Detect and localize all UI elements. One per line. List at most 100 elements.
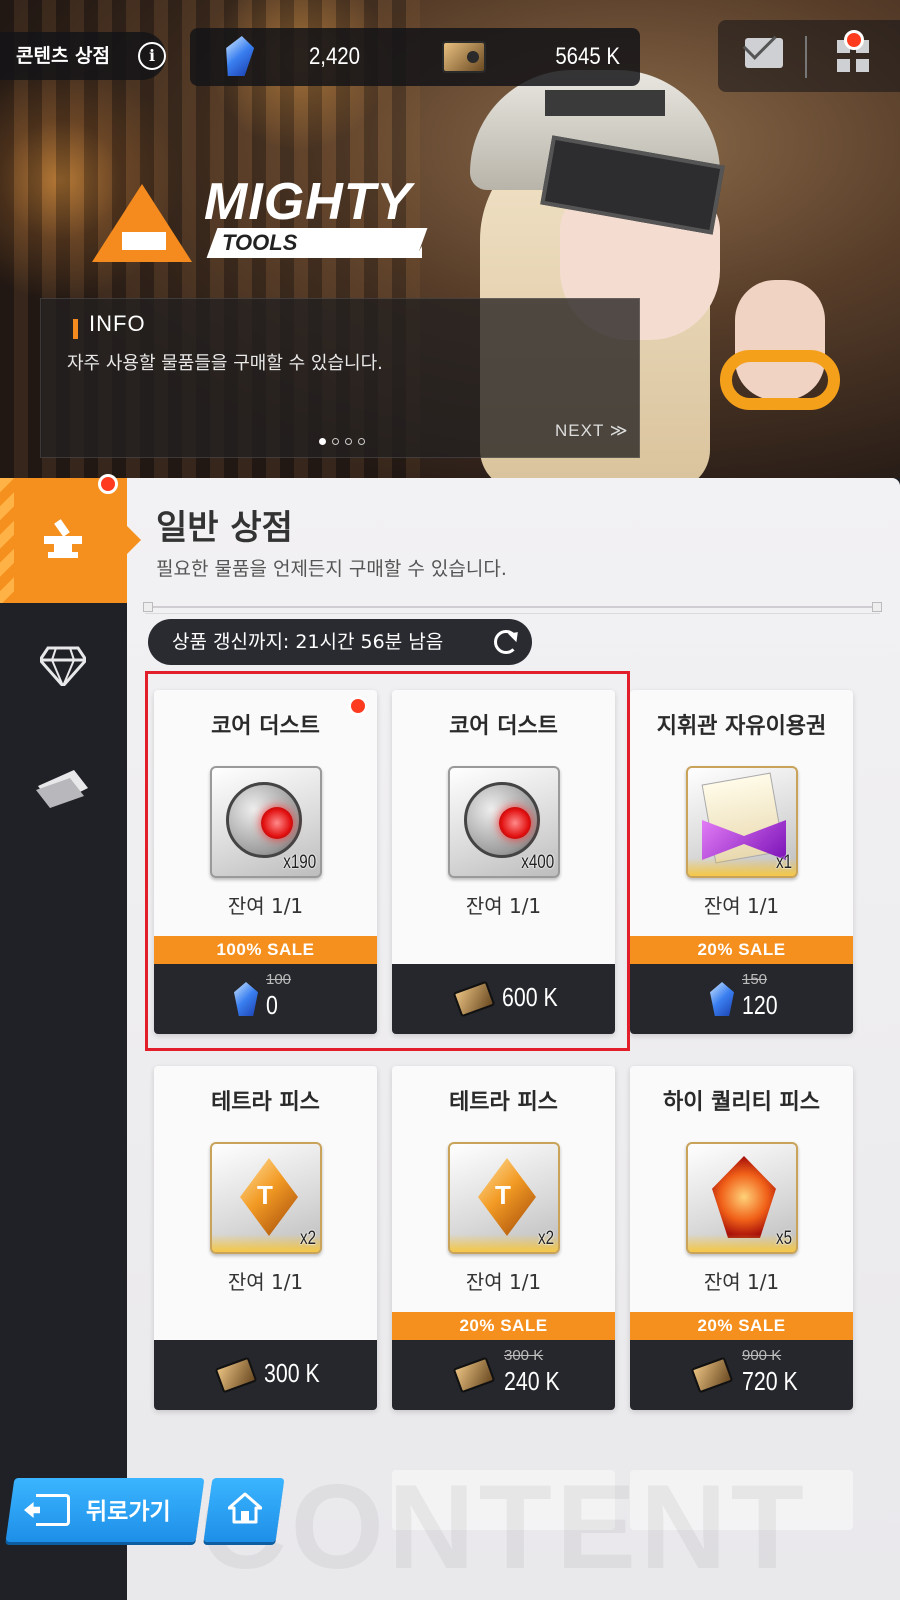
- remaining-stock: 잔여 1/1: [703, 1270, 780, 1294]
- sale-price: 240 K: [504, 1366, 560, 1396]
- logo-anvil-icon: [122, 232, 166, 250]
- refresh-icon[interactable]: [494, 630, 518, 654]
- shop-panel: 일반 상점 필요한 물품을 언제든지 구매할 수 있습니다. 상품 갱신까지: …: [0, 474, 900, 1600]
- character-hatband: [545, 90, 665, 116]
- logo-title: MIGHTY: [204, 173, 413, 231]
- item-icon-frame: x2: [448, 1142, 560, 1254]
- remaining-stock: 잔여 1/1: [465, 1270, 542, 1294]
- content-watermark: CONTENT: [200, 1460, 808, 1594]
- buy-button[interactable]: 300 K 240 K: [392, 1340, 615, 1410]
- gem-count: 2,420: [308, 43, 360, 70]
- anvil-icon: [44, 519, 82, 558]
- credit-card-icon: [690, 1356, 734, 1394]
- refresh-timer-text: 상품 갱신까지: 21시간 56분 남음: [172, 631, 444, 653]
- info-icon[interactable]: i: [138, 42, 166, 70]
- page-dot[interactable]: [319, 438, 326, 445]
- page-dot[interactable]: [345, 438, 352, 445]
- product-name: 테트라 피스: [449, 1090, 558, 1115]
- product-name: 테트라 피스: [211, 1090, 320, 1115]
- item-quantity: x2: [299, 1228, 316, 1249]
- shop-description: 필요한 물품을 언제든지 구매할 수 있습니다.: [156, 558, 507, 580]
- item-icon-frame: x190: [210, 766, 322, 878]
- credit-card-icon: [214, 1356, 258, 1394]
- character-bracelet: [720, 350, 840, 410]
- original-price: 100: [266, 971, 292, 988]
- product-card[interactable]: 지휘관 자유이용권 x1 잔여 1/1 20% SALE 150 120: [630, 690, 853, 1034]
- high-quality-piece-icon: [712, 1156, 776, 1238]
- item-quantity: x1: [775, 852, 792, 873]
- price: 300 K: [264, 1358, 320, 1388]
- tetra-piece-icon: [478, 1158, 536, 1236]
- mail-icon[interactable]: [745, 38, 783, 68]
- currency-bar: 2,420 5645 K: [190, 28, 640, 86]
- product-card[interactable]: 코어 더스트 x190 잔여 1/1 100% SALE 100 0: [154, 690, 377, 1034]
- original-price: 900 K: [742, 1347, 782, 1364]
- notification-badge: [844, 30, 864, 50]
- refresh-timer[interactable]: 상품 갱신까지: 21시간 56분 남음: [148, 619, 532, 665]
- home-icon: [228, 1492, 262, 1524]
- next-banner-button[interactable]: NEXT ≫: [555, 421, 629, 441]
- buy-button[interactable]: 150 120: [630, 964, 853, 1034]
- product-card[interactable]: 테트라 피스 x2 잔여 1/1 20% SALE 300 K 240 K: [392, 1066, 615, 1410]
- core-dust-icon: [226, 782, 302, 858]
- sale-badge: 100% SALE: [154, 936, 377, 964]
- item-quantity: x5: [775, 1228, 792, 1249]
- buy-button[interactable]: 100 0: [154, 964, 377, 1034]
- info-accent-bar: [73, 319, 78, 339]
- back-button-label: 뒤로가기: [86, 1499, 171, 1525]
- credit-count: 5645 K: [555, 43, 620, 70]
- original-price: 300 K: [504, 1347, 544, 1364]
- original-price: 150: [742, 971, 768, 988]
- buy-button[interactable]: 300 K: [154, 1340, 377, 1410]
- shop-sidebar: [0, 474, 141, 1600]
- gem-icon: [234, 982, 258, 1016]
- buy-button[interactable]: 900 K 720 K: [630, 1340, 853, 1410]
- section-divider: [143, 602, 882, 614]
- sale-badge: 20% SALE: [630, 936, 853, 964]
- product-card[interactable]: 코어 더스트 x400 잔여 1/1 600 K: [392, 690, 615, 1034]
- gem-icon: [710, 982, 734, 1016]
- sale-badge: 20% SALE: [392, 1312, 615, 1340]
- tetra-piece-icon: [240, 1158, 298, 1236]
- banner-page-dots[interactable]: [319, 430, 371, 449]
- remaining-stock: 잔여 1/1: [703, 894, 780, 918]
- item-quantity: x400: [521, 852, 554, 873]
- page-dot[interactable]: [332, 438, 339, 445]
- sidebar-zigzag: [0, 478, 14, 603]
- banner-info-box: INFO 자주 사용할 물품들을 구매할 수 있습니다. NEXT ≫: [40, 298, 640, 458]
- item-quantity: x190: [283, 852, 316, 873]
- credit-card-icon: [442, 41, 486, 73]
- info-description: 자주 사용할 물품들을 구매할 수 있습니다.: [67, 353, 383, 374]
- product-card[interactable]: 테트라 피스 x2 잔여 1/1 300 K: [154, 1066, 377, 1410]
- sale-price: 120: [742, 990, 778, 1020]
- page-dot[interactable]: [358, 438, 365, 445]
- credit-card-icon: [452, 1356, 496, 1394]
- item-quantity: x2: [537, 1228, 554, 1249]
- item-icon-frame: x2: [210, 1142, 322, 1254]
- logo-stripes: [322, 228, 422, 258]
- buy-button[interactable]: 600 K: [392, 964, 615, 1034]
- product-name: 코어 더스트: [449, 714, 558, 739]
- shop-title: 일반 상점: [156, 508, 293, 548]
- sidebar-notification-badge: [98, 474, 118, 494]
- product-name: 코어 더스트: [211, 714, 320, 739]
- credit-card-icon: [452, 980, 496, 1018]
- remaining-stock: 잔여 1/1: [227, 894, 304, 918]
- diamond-icon[interactable]: [40, 646, 86, 686]
- item-icon-frame: x1: [686, 766, 798, 878]
- product-card[interactable]: 하이 퀄리티 피스 x5 잔여 1/1 20% SALE 900 K 720 K: [630, 1066, 853, 1410]
- new-item-badge: [348, 696, 368, 716]
- ticket-icon[interactable]: [34, 768, 90, 808]
- price: 600 K: [502, 982, 558, 1012]
- gem-icon: [222, 36, 256, 76]
- sale-badge: 20% SALE: [630, 1312, 853, 1340]
- logo-triangle-icon: [92, 184, 192, 262]
- sale-price: 0: [266, 990, 278, 1020]
- exit-icon: [36, 1494, 70, 1526]
- remaining-stock: 잔여 1/1: [227, 1270, 304, 1294]
- info-title: INFO: [89, 311, 146, 336]
- sale-price: 720 K: [742, 1366, 798, 1396]
- sidebar-item-general-shop[interactable]: [0, 474, 141, 603]
- product-name: 지휘관 자유이용권: [656, 714, 827, 739]
- item-icon-frame: x5: [686, 1142, 798, 1254]
